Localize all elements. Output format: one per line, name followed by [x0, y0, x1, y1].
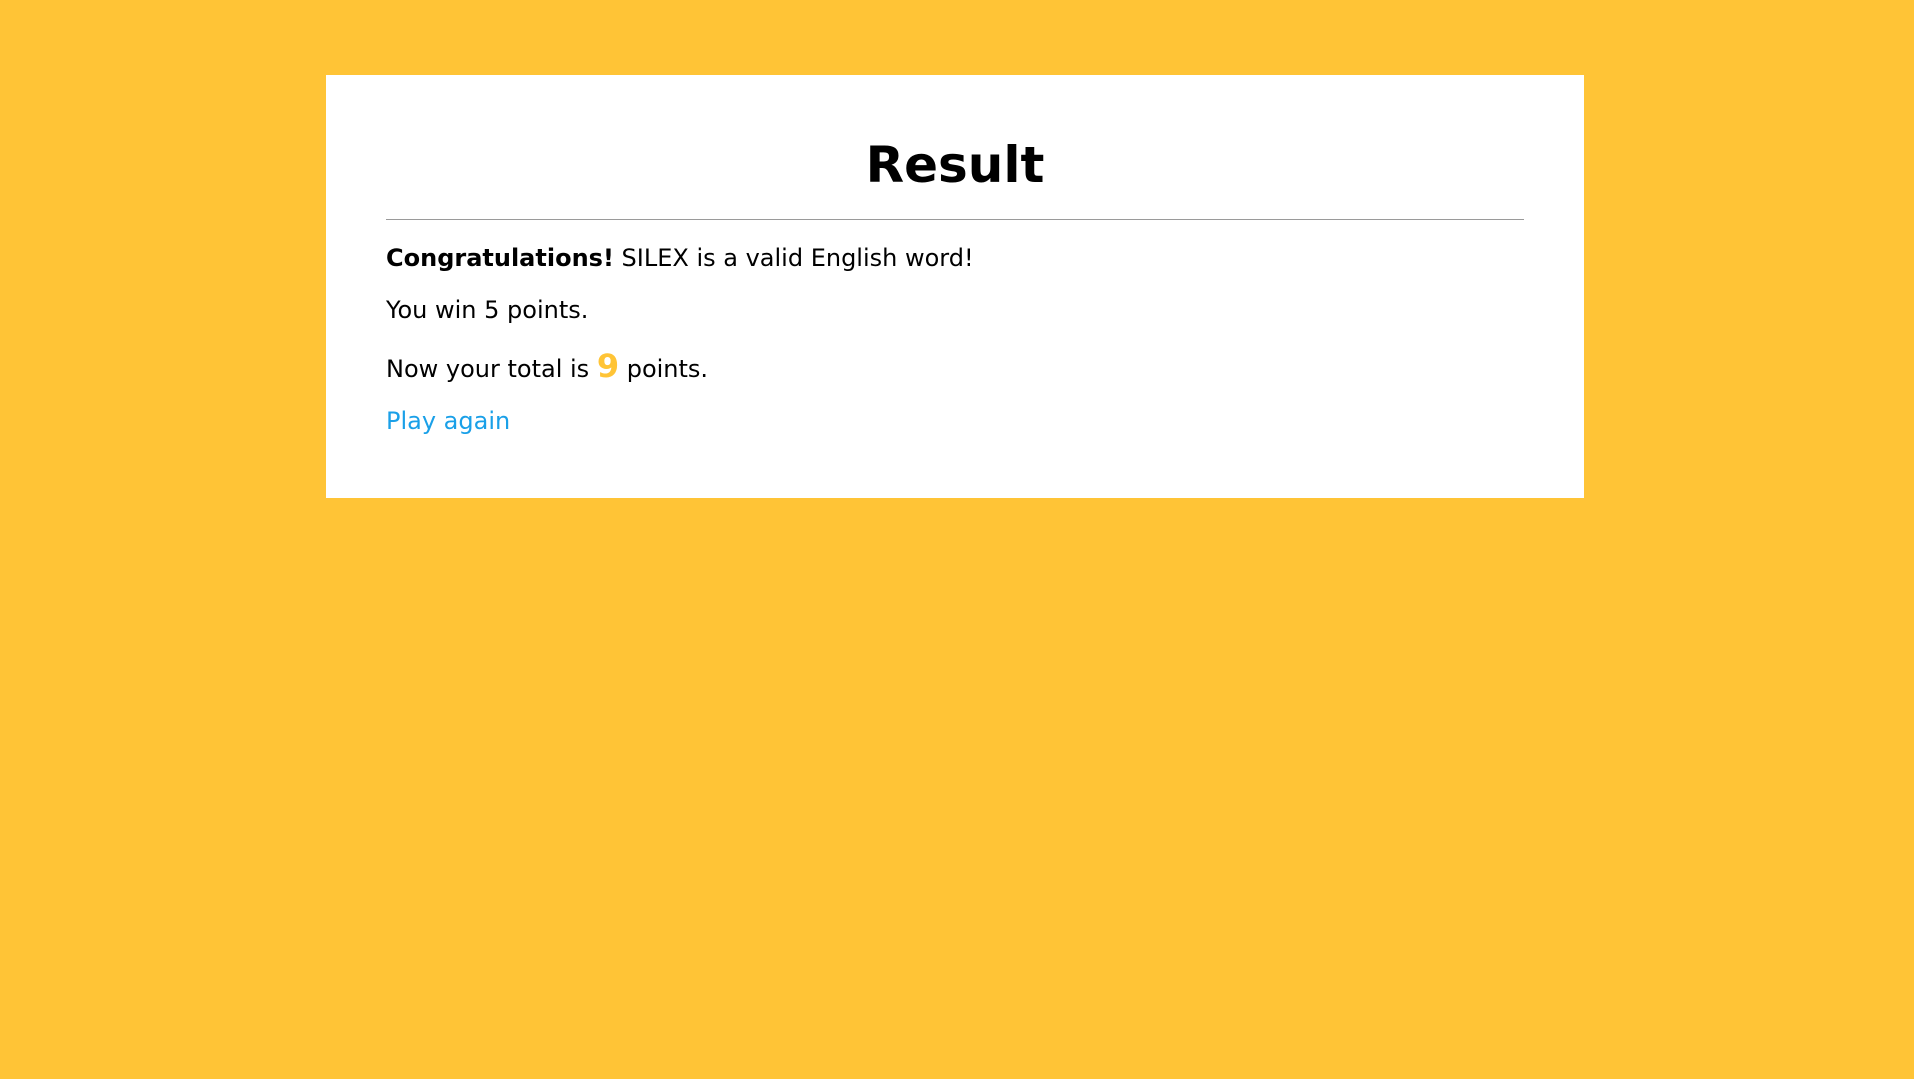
play-again-link[interactable]: Play again — [386, 403, 510, 439]
bottom-edge-strip — [0, 1079, 1914, 1083]
word-validity-text: SILEX is a valid English word! — [621, 244, 974, 272]
total-score-message: Now your total is 9 points. — [386, 348, 1524, 387]
total-score-value: 9 — [596, 347, 620, 385]
total-prefix-text: Now your total is — [386, 355, 590, 383]
title-divider — [386, 219, 1524, 220]
congratulations-message: Congratulations! SILEX is a valid Englis… — [386, 240, 1524, 276]
points-won-text: You win 5 points. — [386, 296, 589, 324]
result-card: Result Congratulations! SILEX is a valid… — [326, 75, 1584, 498]
congratulations-label: Congratulations! — [386, 244, 614, 272]
total-suffix-text: points. — [626, 355, 709, 383]
page-title: Result — [865, 136, 1045, 194]
